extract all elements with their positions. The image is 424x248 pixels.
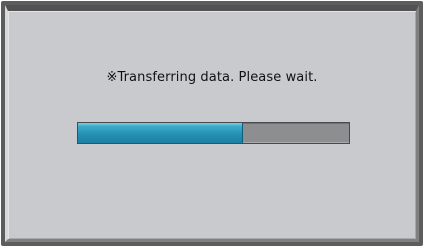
dialog-body: ※Transferring data. Please wait. [5,5,419,242]
progress-fill [78,123,244,143]
transfer-progress-bar [77,122,350,144]
transfer-dialog: ※Transferring data. Please wait. [1,1,423,246]
transfer-status-message: ※Transferring data. Please wait. [106,70,318,85]
screen: ※Transferring data. Please wait. [0,0,424,248]
